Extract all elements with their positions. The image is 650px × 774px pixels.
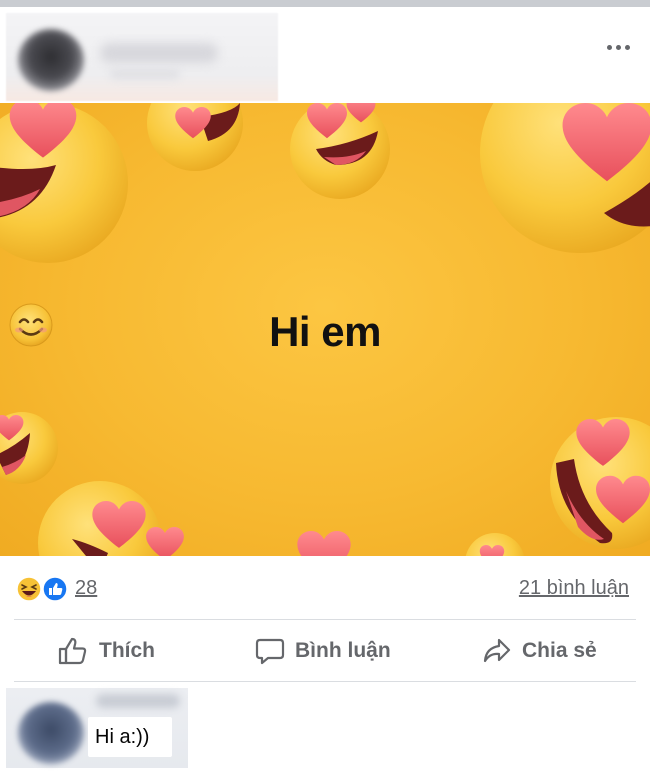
more-dot-icon [624,44,630,50]
emoji-top-left [0,103,128,263]
like-label: Thích [99,638,155,662]
haha-emoji-icon [16,576,42,602]
emoji-bottom-left [38,481,184,556]
commenter-name-redacted[interactable] [96,694,180,708]
share-button[interactable]: Chia sẻ [482,620,597,681]
smiling-face-emoji-icon [9,303,53,347]
commenter-avatar[interactable] [18,702,84,764]
emoji-right-middle [550,417,650,549]
heart-bottom-center [297,531,351,556]
like-button[interactable]: Thích [57,620,155,681]
emoji-left-middle [0,412,58,484]
comment-item: Hi a:)) [0,682,650,774]
author-avatar[interactable] [18,29,84,91]
post-meta-redacted [110,69,180,79]
comment-count-link[interactable]: 21 bình luận [519,576,629,600]
post-image-greeting: Hi em [269,308,381,355]
speech-bubble-icon [255,638,285,664]
more-dot-icon [615,44,621,50]
share-arrow-icon [483,638,511,662]
reaction-count[interactable]: 28 [75,576,97,600]
comment-button[interactable]: Bình luận [255,620,391,681]
share-label: Chia sẻ [522,638,597,662]
emoji-top-right [480,103,650,253]
top-edge-bar [0,0,650,7]
author-name-redacted[interactable] [100,43,218,63]
post-header [0,7,650,103]
reaction-icons[interactable] [16,576,72,602]
like-icon [42,576,68,602]
reactions-summary: 28 21 bình luận [0,556,650,620]
emoji-top-center [290,103,390,199]
more-dot-icon [606,44,612,50]
comment-text: Hi a:)) [95,726,150,748]
more-options-button[interactable] [598,35,638,59]
comment-label: Bình luận [295,638,391,662]
emoji-bottom-small-right [465,533,525,556]
thumbs-up-icon [58,637,87,664]
post-image[interactable]: Hi em [0,103,650,556]
post-image-text: Hi em [0,303,650,356]
emoji-top-center-left [147,103,243,171]
post-action-bar: Thích Bình luận Chia sẻ [0,620,650,681]
